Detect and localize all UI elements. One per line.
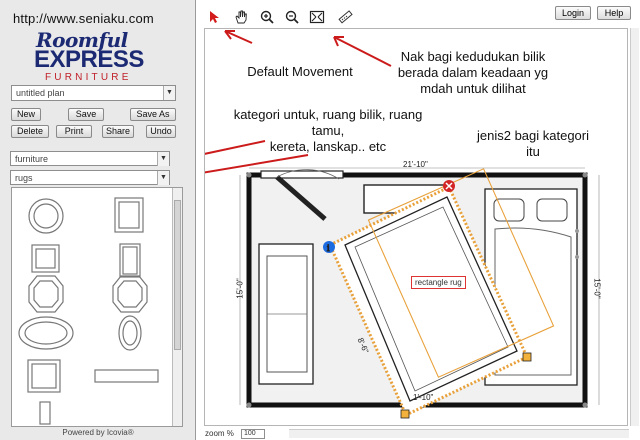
tall-rug-item[interactable]: [119, 243, 141, 278]
dimension-top: 21'-10": [403, 160, 428, 169]
zoom-out-icon[interactable]: [284, 9, 300, 25]
sofa[interactable]: [258, 243, 314, 385]
powered-by: Powered by Icovia®: [62, 428, 134, 437]
new-button[interactable]: New: [11, 108, 41, 121]
octagon-rug-item[interactable]: [28, 275, 64, 313]
plan-select-value: untitled plan: [16, 88, 65, 98]
zoom-bar: zoom % 100: [197, 428, 640, 440]
save-as-button[interactable]: Save As: [130, 108, 176, 121]
planner-app: http://www.seniaku.com Roomful EXPRESS F…: [0, 0, 640, 440]
delete-handle[interactable]: [443, 180, 455, 192]
framed-rug-item[interactable]: [27, 359, 61, 393]
palette-scroll-thumb[interactable]: [174, 200, 181, 350]
share-button[interactable]: Share: [102, 125, 134, 138]
brand-logo: Roomful EXPRESS FURNITURE: [12, 28, 192, 88]
help-button[interactable]: Help: [597, 6, 631, 20]
corner-node[interactable]: [582, 402, 588, 408]
dimension-left: 15'-0": [235, 278, 245, 299]
oval-rug-item[interactable]: [18, 316, 74, 350]
canvas-vertical-scrollbar[interactable]: [630, 28, 639, 426]
annotation-default-movement: Default Movement: [247, 64, 353, 79]
narrow-runner-item[interactable]: [39, 401, 51, 425]
chevron-down-icon[interactable]: ▼: [157, 171, 169, 185]
delete-button[interactable]: Delete: [11, 125, 49, 138]
zoom-label: zoom %: [205, 429, 234, 438]
corner-node[interactable]: [582, 172, 588, 178]
rug-thumbnails: [18, 197, 159, 425]
palette-scrollbar[interactable]: [172, 188, 182, 426]
annotation-subtypes: jenis2 bagi kategori itu: [476, 128, 590, 159]
round-rug-item[interactable]: [28, 198, 64, 234]
login-button[interactable]: Login: [555, 6, 591, 20]
chevron-down-icon[interactable]: ▼: [163, 86, 175, 100]
site-url: http://www.seniaku.com: [13, 11, 154, 26]
category-select[interactable]: furniture ▼: [10, 151, 170, 166]
zoom-in-icon[interactable]: [259, 9, 275, 25]
rotate-handle[interactable]: [522, 352, 532, 362]
rug-label: rectangle rug: [411, 276, 466, 289]
subcategory-select-value: rugs: [15, 173, 33, 183]
annotation-room-view: Nak bagi kedudukan bilik berada dalam ke…: [397, 49, 549, 96]
oval-tall-rug-item[interactable]: [118, 315, 142, 351]
subcategory-select[interactable]: rugs ▼: [10, 170, 170, 185]
save-button[interactable]: Save: [68, 108, 104, 121]
zoom-input[interactable]: 100: [241, 429, 265, 439]
plan-select[interactable]: untitled plan ▼: [11, 85, 176, 101]
octagon-rug-2-item[interactable]: [112, 275, 148, 313]
dimension-bottom: 1'-10": [413, 393, 434, 402]
sidebar: http://www.seniaku.com Roomful EXPRESS F…: [0, 0, 196, 440]
item-palette: [11, 187, 183, 427]
info-handle[interactable]: i: [323, 241, 335, 254]
corner-node[interactable]: [246, 402, 252, 408]
category-select-value: furniture: [15, 154, 49, 164]
logo-furniture: FURNITURE: [45, 72, 132, 83]
resize-handle[interactable]: [400, 409, 410, 419]
runner-rug-item[interactable]: [94, 369, 159, 383]
corner-node[interactable]: [246, 172, 252, 178]
logo-express: EXPRESS: [34, 46, 144, 73]
measure-ruler-icon[interactable]: [337, 9, 353, 25]
annotation-categories: kategori untuk, ruang bilik, ruang tamu,…: [233, 107, 423, 154]
print-button[interactable]: Print: [56, 125, 92, 138]
chevron-down-icon[interactable]: ▼: [157, 152, 169, 166]
fit-to-screen-icon[interactable]: [309, 9, 325, 25]
dimension-right: 15'-0": [592, 278, 602, 299]
undo-button[interactable]: Undo: [146, 125, 176, 138]
hand-pan-icon[interactable]: [233, 9, 249, 25]
square-rug-item[interactable]: [31, 244, 60, 273]
pointer-icon[interactable]: [206, 9, 222, 25]
rect-rug-small-item[interactable]: [114, 197, 144, 233]
